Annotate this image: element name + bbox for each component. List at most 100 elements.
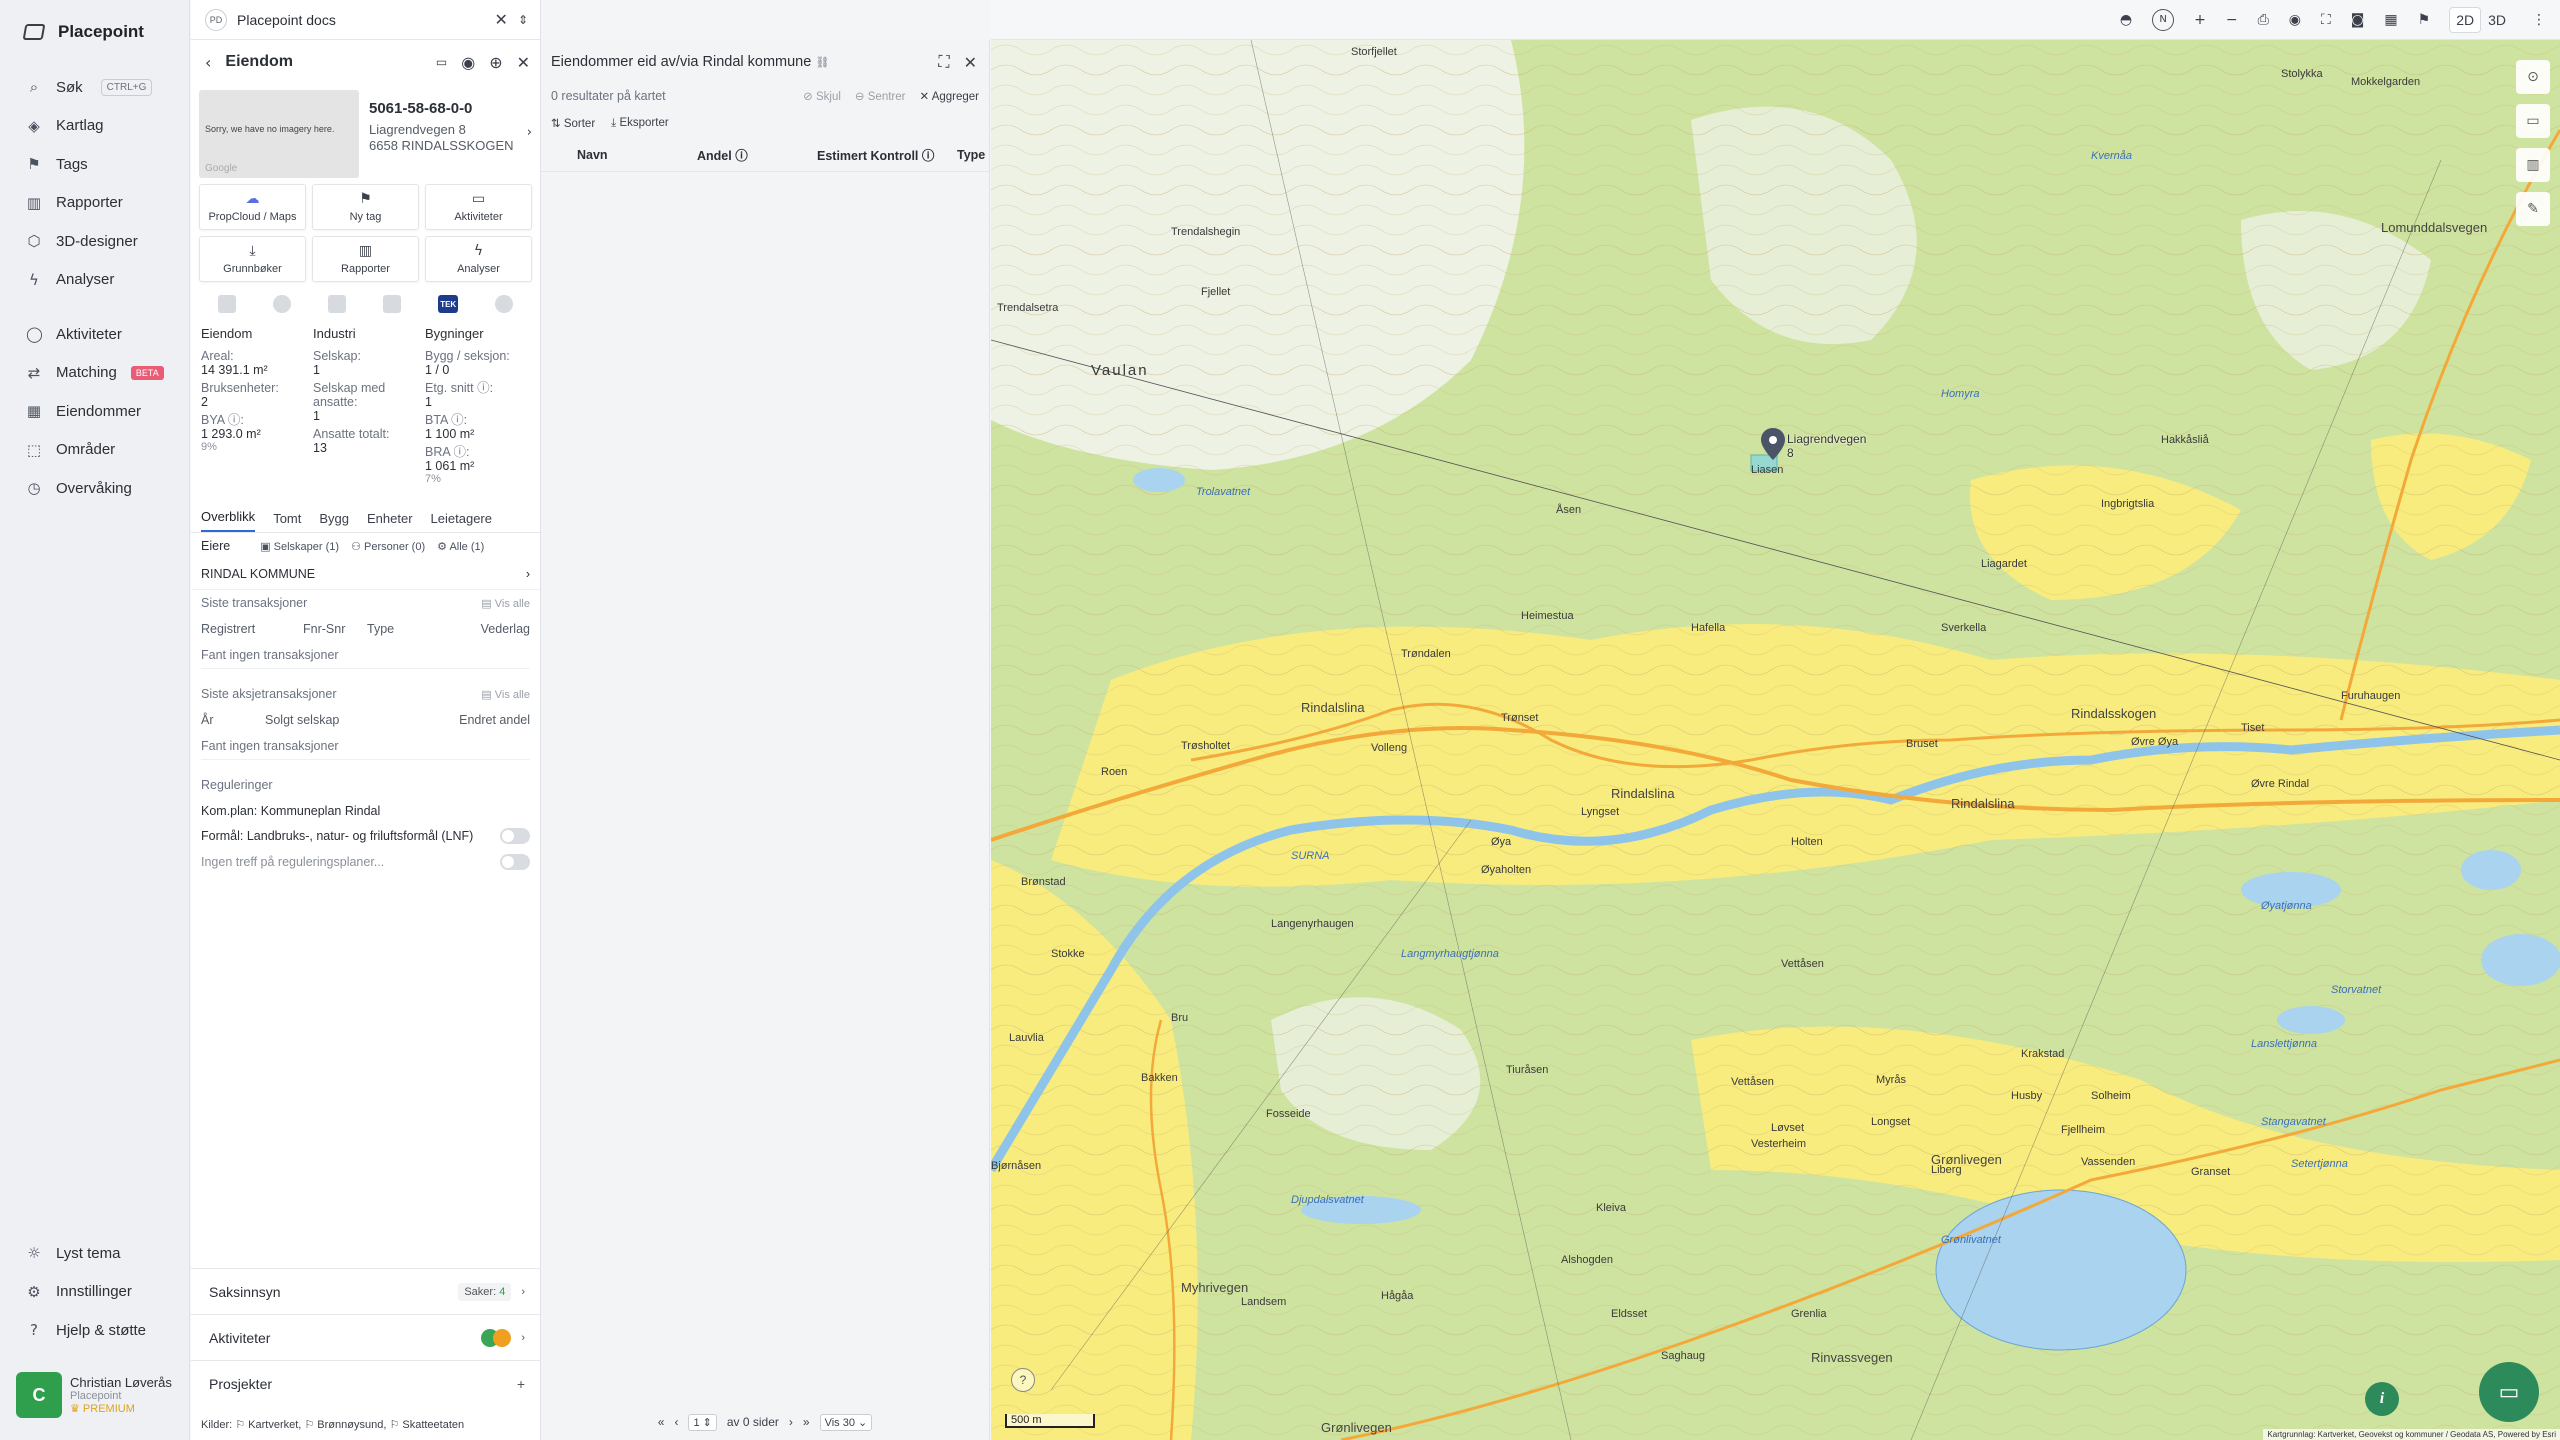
nav-item-label: Søk: [56, 78, 83, 96]
map-place-label: Vesterheim: [1751, 1138, 1807, 1150]
filter-companies[interactable]: ▣ Selskaper (1): [260, 540, 339, 553]
grid-icon[interactable]: ▦: [2384, 12, 2397, 28]
property-pin[interactable]: Liagrendvegen 8: [1761, 428, 1866, 463]
close-icon[interactable]: ✕: [495, 10, 508, 29]
expand-icon[interactable]: ⛶: [938, 52, 949, 72]
map-draw-icon[interactable]: ✎: [2516, 192, 2550, 226]
source-logo-1-icon[interactable]: [217, 295, 236, 313]
col-estimated-control[interactable]: Estimert Kontroll ⓘ: [817, 145, 957, 164]
mode-3d-button[interactable]: 3D: [2482, 8, 2512, 32]
prev-page-icon[interactable]: ‹: [674, 1415, 678, 1429]
source-logo-4-icon[interactable]: [383, 295, 402, 313]
activities-accordion[interactable]: Aktiviteter ›: [191, 1314, 541, 1360]
map-help-icon[interactable]: ?: [1011, 1368, 1035, 1392]
source-logo-2-icon[interactable]: [272, 295, 291, 313]
projects-accordion[interactable]: Prosjekter +: [191, 1360, 541, 1406]
map-select-icon[interactable]: ⊙: [2516, 60, 2550, 94]
last-page-icon[interactable]: »: [803, 1415, 810, 1429]
nav-item-search[interactable]: ⌕ Søk CTRL+G: [0, 68, 189, 107]
col-share[interactable]: Andel ⓘ: [697, 145, 817, 164]
link-icon[interactable]: ⛓: [815, 57, 829, 69]
nav-item-help[interactable]: ? Hjelp & støtte: [0, 1311, 190, 1350]
map-measure-icon[interactable]: ▭: [2516, 104, 2550, 138]
info-button[interactable]: i: [2365, 1382, 2399, 1416]
page-input[interactable]: 1 ⇕: [688, 1413, 717, 1431]
mode-2d-button[interactable]: 2D: [2450, 7, 2481, 32]
nav-item-analyses[interactable]: ϟ Analyser: [0, 261, 189, 300]
activities-button[interactable]: ▭ Aktiviteter: [425, 184, 532, 230]
plan-toggle[interactable]: [500, 854, 530, 870]
tab-units[interactable]: Enheter: [367, 511, 413, 532]
user-card[interactable]: C Christian Løverås Placepoint ♛ PREMIUM: [16, 1369, 181, 1421]
tab-plot[interactable]: Tomt: [273, 511, 301, 532]
nav-item-properties[interactable]: ▦ Eiendommer: [0, 392, 189, 431]
map-canvas[interactable]: Storfjellet Stolykka Mokkelgarden Trendalsh…: [991, 40, 2560, 1440]
export-button[interactable]: ⤓ Eksporter: [611, 117, 669, 130]
propcloud-button[interactable]: ☁ PropCloud / Maps: [199, 184, 306, 230]
tab-tenants[interactable]: Leietagere: [431, 511, 492, 532]
layers-stack-icon[interactable]: ◓: [2120, 12, 2132, 28]
chat-button[interactable]: ▭: [2479, 1362, 2539, 1422]
nav-item-monitoring[interactable]: ◷ Overvåking: [0, 469, 189, 508]
link-label: Vis alle: [494, 688, 530, 701]
zoom-out-icon[interactable]: −: [2226, 12, 2238, 28]
close-icon[interactable]: ✕: [964, 53, 977, 72]
nav-item-3d-designer[interactable]: ⬡ 3D-designer: [0, 222, 189, 261]
zoom-in-icon[interactable]: +: [2194, 12, 2206, 28]
reports-button[interactable]: ▥ Rapporter: [312, 236, 419, 282]
doc-name: Placepoint docs: [237, 11, 336, 28]
land-registry-button[interactable]: ⤓ Grunnbøker: [199, 236, 306, 282]
close-panel-icon[interactable]: ✕: [517, 53, 530, 72]
add-circle-icon[interactable]: ⊕: [489, 53, 502, 72]
filter-all[interactable]: ⚙ Alle (1): [437, 540, 484, 553]
tab-overview[interactable]: Overblikk: [201, 509, 256, 532]
owner-row[interactable]: RINDAL KOMMUNE ›: [191, 559, 540, 590]
center-button[interactable]: ⊖ Sentrer: [855, 89, 906, 103]
camera-icon[interactable]: ◙: [2351, 12, 2365, 28]
show-all-link[interactable]: ▤ Vis alle: [481, 597, 530, 610]
filter-persons[interactable]: ⚇ Personer (0): [351, 540, 425, 553]
print-icon[interactable]: ⎙: [2258, 12, 2269, 28]
bookmark-icon[interactable]: ⚑: [2418, 12, 2431, 28]
source-logo-6-icon[interactable]: [495, 295, 514, 313]
show-all-link[interactable]: ▤ Vis alle: [481, 688, 530, 701]
brand[interactable]: Placepoint: [0, 0, 189, 64]
nav-item-tags[interactable]: ⚑ Tags: [0, 145, 189, 184]
map-chart-icon[interactable]: ▥: [2516, 148, 2550, 182]
chevron-updown-icon[interactable]: ⇕: [518, 13, 528, 27]
nav-item-settings[interactable]: ⚙ Innstillinger: [0, 1273, 190, 1312]
document-selector[interactable]: PD Placepoint docs ✕ ⇕: [191, 0, 540, 40]
analyses-button[interactable]: ϟ Analyser: [425, 236, 532, 282]
aggregate-button[interactable]: ✕ Aggreger: [919, 89, 979, 103]
sort-button[interactable]: ⇅ Sorter: [551, 116, 595, 130]
page-size-select[interactable]: Vis 30 ⌄: [819, 1413, 873, 1431]
nav-item-matching[interactable]: ⇄ Matching BETA: [0, 354, 189, 393]
nav-item-light-theme[interactable]: ☼ Lyst tema: [0, 1234, 190, 1273]
tab-building[interactable]: Bygg: [319, 511, 349, 532]
case-access-accordion[interactable]: Saksinnsyn Saker: 4 ›: [191, 1268, 541, 1314]
plus-icon[interactable]: +: [517, 1376, 525, 1392]
nav-item-areas[interactable]: ⬚ Områder: [0, 431, 189, 470]
nav-item-activities[interactable]: ◯ Aktiviteter: [0, 315, 189, 354]
nav-item-layers[interactable]: ◈ Kartlag: [0, 107, 189, 146]
back-icon[interactable]: ‹: [205, 53, 211, 72]
eye-icon[interactable]: ◉: [2289, 12, 2301, 28]
source-logo-3-icon[interactable]: [327, 295, 346, 313]
new-tag-button[interactable]: ⚑ Ny tag: [312, 184, 419, 230]
next-page-icon[interactable]: ›: [789, 1415, 793, 1429]
fullscreen-icon[interactable]: ⛶: [2321, 12, 2331, 28]
tek-logo[interactable]: TEK: [438, 295, 459, 313]
eye-icon[interactable]: ◉: [461, 53, 475, 72]
col-name[interactable]: Navn: [577, 148, 697, 162]
lnf-toggle[interactable]: [500, 828, 530, 844]
compass-icon[interactable]: N: [2152, 8, 2175, 31]
street-view-thumbnail[interactable]: Sorry, we have no imagery here. Google: [199, 90, 359, 178]
id-card-icon[interactable]: ▭: [436, 55, 447, 69]
nav-item-reports[interactable]: ▥ Rapporter: [0, 184, 189, 223]
more-icon[interactable]: ⋮: [2532, 12, 2546, 28]
first-page-icon[interactable]: «: [658, 1415, 665, 1429]
col-type[interactable]: Type: [957, 148, 985, 162]
property-card[interactable]: Sorry, we have no imagery here. Google 5…: [191, 84, 540, 180]
hide-button[interactable]: ⊘ Skjul: [803, 89, 841, 103]
chevron-right-icon[interactable]: ›: [527, 125, 532, 140]
